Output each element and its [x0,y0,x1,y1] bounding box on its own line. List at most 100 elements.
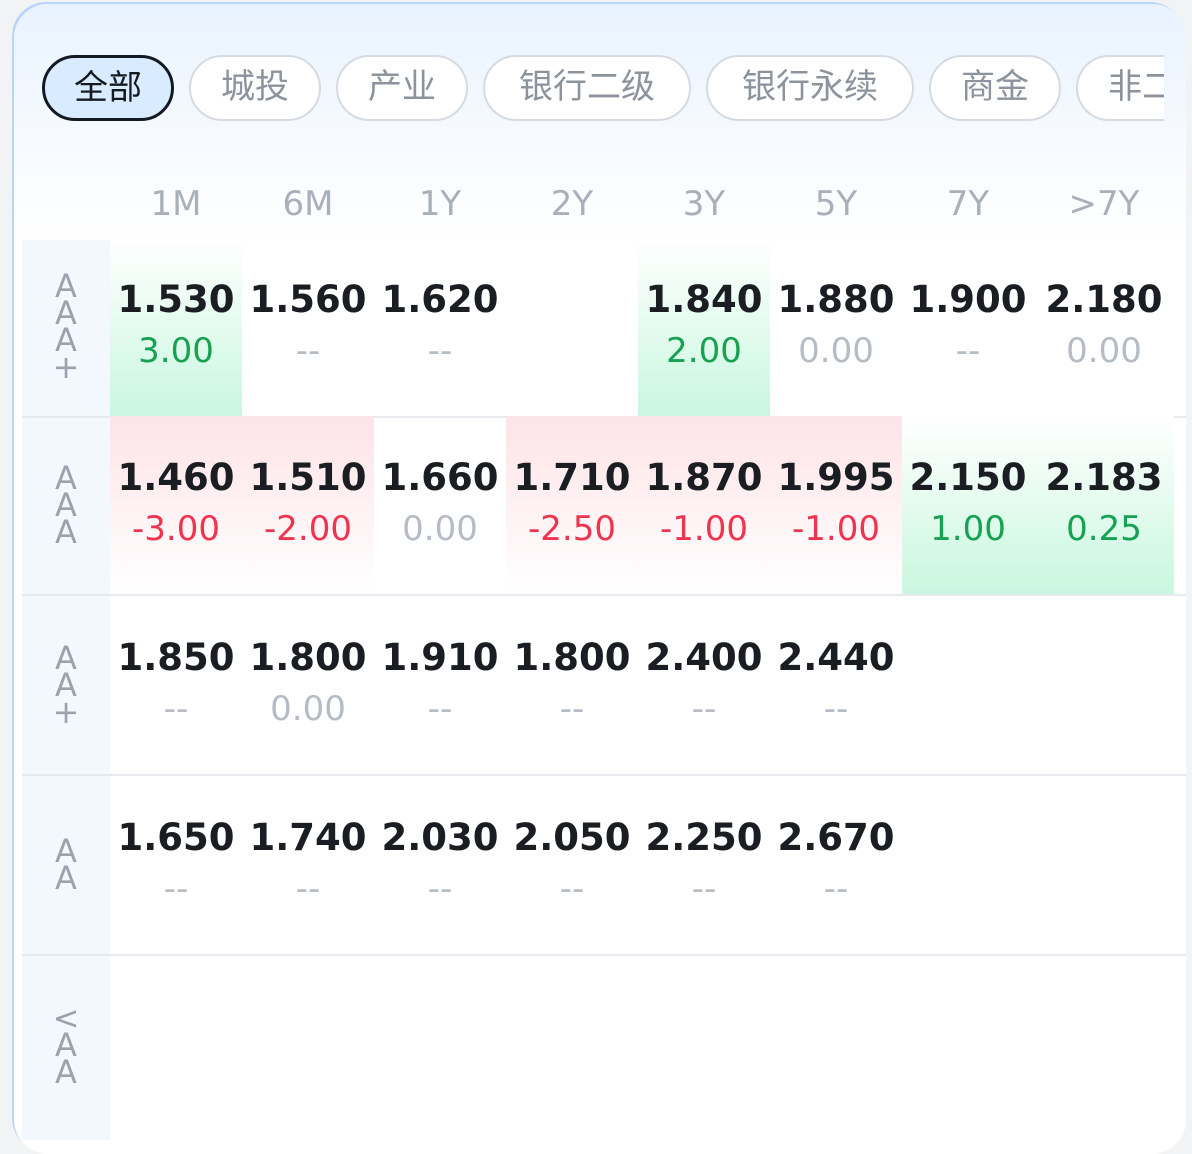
yield-cell[interactable]: 1.510 -2.00 [242,416,374,594]
yield-cell[interactable]: 1.660 0.00 [374,416,506,594]
yield-change: -1.00 [792,509,880,549]
yield-change: -- [427,689,453,729]
yield-cell[interactable]: 2.050 -- [506,776,638,954]
yield-change: -- [691,869,717,909]
yield-change: -2.50 [528,509,616,549]
yield-change: -- [691,689,717,729]
yield-cell[interactable]: 2.400 -- [638,596,770,774]
yield-cell[interactable]: 1.740 -- [242,776,374,954]
yield-change: -- [823,869,849,909]
yield-value: 2.150 [909,456,1027,499]
yield-cell[interactable]: 2.030 -- [374,776,506,954]
yield-change: -1.00 [660,509,748,549]
yield-value: 1.900 [909,278,1027,321]
yield-value: 2.440 [777,636,895,679]
yield-change: 1.00 [930,509,1006,549]
yield-cell[interactable]: 1.850 -- [110,596,242,774]
yield-cell[interactable]: 2.670 -- [770,776,902,954]
yield-value: 2.670 [777,816,895,859]
yield-value: 2.180 [1045,278,1163,321]
category-tabs: 全部 城投 产业 银行二级 银行永续 商金 非二 [42,55,1164,131]
yield-change: 0.00 [1066,331,1142,371]
yield-cell[interactable]: 1.800 0.00 [242,596,374,774]
yield-cell[interactable]: 1.460 -3.00 [110,416,242,594]
yield-value: 1.840 [645,278,763,321]
yield-value: 2.400 [645,636,763,679]
yield-value: 2.183 [1045,456,1163,499]
yield-change: -- [427,869,453,909]
term-header-3: 2Y [550,184,594,224]
yield-value: 1.650 [117,816,235,859]
rating-label-char: A [55,1052,77,1091]
yield-change: -3.00 [132,509,220,549]
term-header-2: 1Y [418,184,462,224]
rating-label-0: A A A + [22,238,110,416]
tab-2[interactable]: 产业 [336,55,468,121]
yield-cell[interactable]: 2.183 0.25 [1034,416,1174,594]
rating-label-1: AAA [22,416,110,594]
yield-cell [902,776,1034,954]
yield-value: 1.850 [117,636,235,679]
yield-change: -- [295,869,321,909]
yield-cell[interactable]: 1.910 -- [374,596,506,774]
rating-label-char: + [52,348,80,386]
yield-cell [902,596,1034,774]
yield-cell[interactable]: 1.650 -- [110,776,242,954]
yield-cell[interactable]: 1.530 3.00 [110,238,242,416]
tab-5[interactable]: 商金 [929,55,1061,121]
rating-label-char: + [52,692,80,731]
yield-cell [506,238,638,416]
yield-change: 2.00 [666,331,742,371]
yield-cell[interactable]: 2.180 0.00 [1034,238,1174,416]
tab-4[interactable]: 银行永续 [706,55,914,121]
yield-cell[interactable]: 1.840 2.00 [638,238,770,416]
yield-value: 2.030 [381,816,499,859]
yield-change: -- [295,331,321,371]
yield-value: 1.620 [381,278,499,321]
yield-change: 3.00 [138,331,214,371]
yield-card: 全部 城投 产业 银行二级 银行永续 商金 非二 1M 6M 1Y 2Y 3Y 5Y 7Y >7Y AAA… [14,4,1186,1154]
yield-change: -- [163,689,189,729]
yield-cell[interactable]: 1.880 0.00 [770,238,902,416]
yield-change: -- [559,869,585,909]
yield-value: 1.800 [513,636,631,679]
tab-1[interactable]: 城投 [189,55,321,121]
yield-value: 1.880 [777,278,895,321]
yield-value: 1.995 [777,456,895,499]
term-header-7: >7Y [1068,184,1140,224]
yield-value: 1.460 [117,456,235,499]
yield-change: 0.00 [270,689,346,729]
yield-value: 1.710 [513,456,631,499]
yield-cell[interactable]: 1.800 -- [506,596,638,774]
yield-cell[interactable]: 2.250 -- [638,776,770,954]
yield-value: 1.800 [249,636,367,679]
yield-change: -- [823,689,849,729]
yield-cell[interactable]: 1.995 -1.00 [770,416,902,594]
yield-cell[interactable]: 2.440 -- [770,596,902,774]
term-header-0: 1M [150,184,202,224]
yield-cell[interactable]: 1.620 -- [374,238,506,416]
tab-0[interactable]: 全部 [42,55,174,121]
yield-cell[interactable]: 1.870 -1.00 [638,416,770,594]
rating-label-4: < A A [22,956,110,1134]
yield-value: 2.250 [645,816,763,859]
yield-value: 1.530 [117,278,235,321]
yield-cell[interactable]: 1.710 -2.50 [506,416,638,594]
yield-value: 1.870 [645,456,763,499]
yield-value: 1.510 [249,456,367,499]
rating-label-char: A [55,512,77,551]
yield-change: -2.00 [264,509,352,549]
term-header-5: 5Y [814,184,858,224]
tab-3[interactable]: 银行二级 [483,55,691,121]
term-header-6: 7Y [946,184,990,224]
yield-change: 0.00 [402,509,478,549]
yield-cell[interactable]: 2.150 1.00 [902,416,1034,594]
yield-value: 1.740 [249,816,367,859]
yield-value: 2.050 [513,816,631,859]
tab-6[interactable]: 非二 [1076,55,1164,121]
yield-cell[interactable]: 1.900 -- [902,238,1034,416]
yield-cell[interactable]: 1.560 -- [242,238,374,416]
row-divider [22,954,1186,956]
yield-change: -- [559,689,585,729]
rating-label-3: AA [22,776,110,954]
